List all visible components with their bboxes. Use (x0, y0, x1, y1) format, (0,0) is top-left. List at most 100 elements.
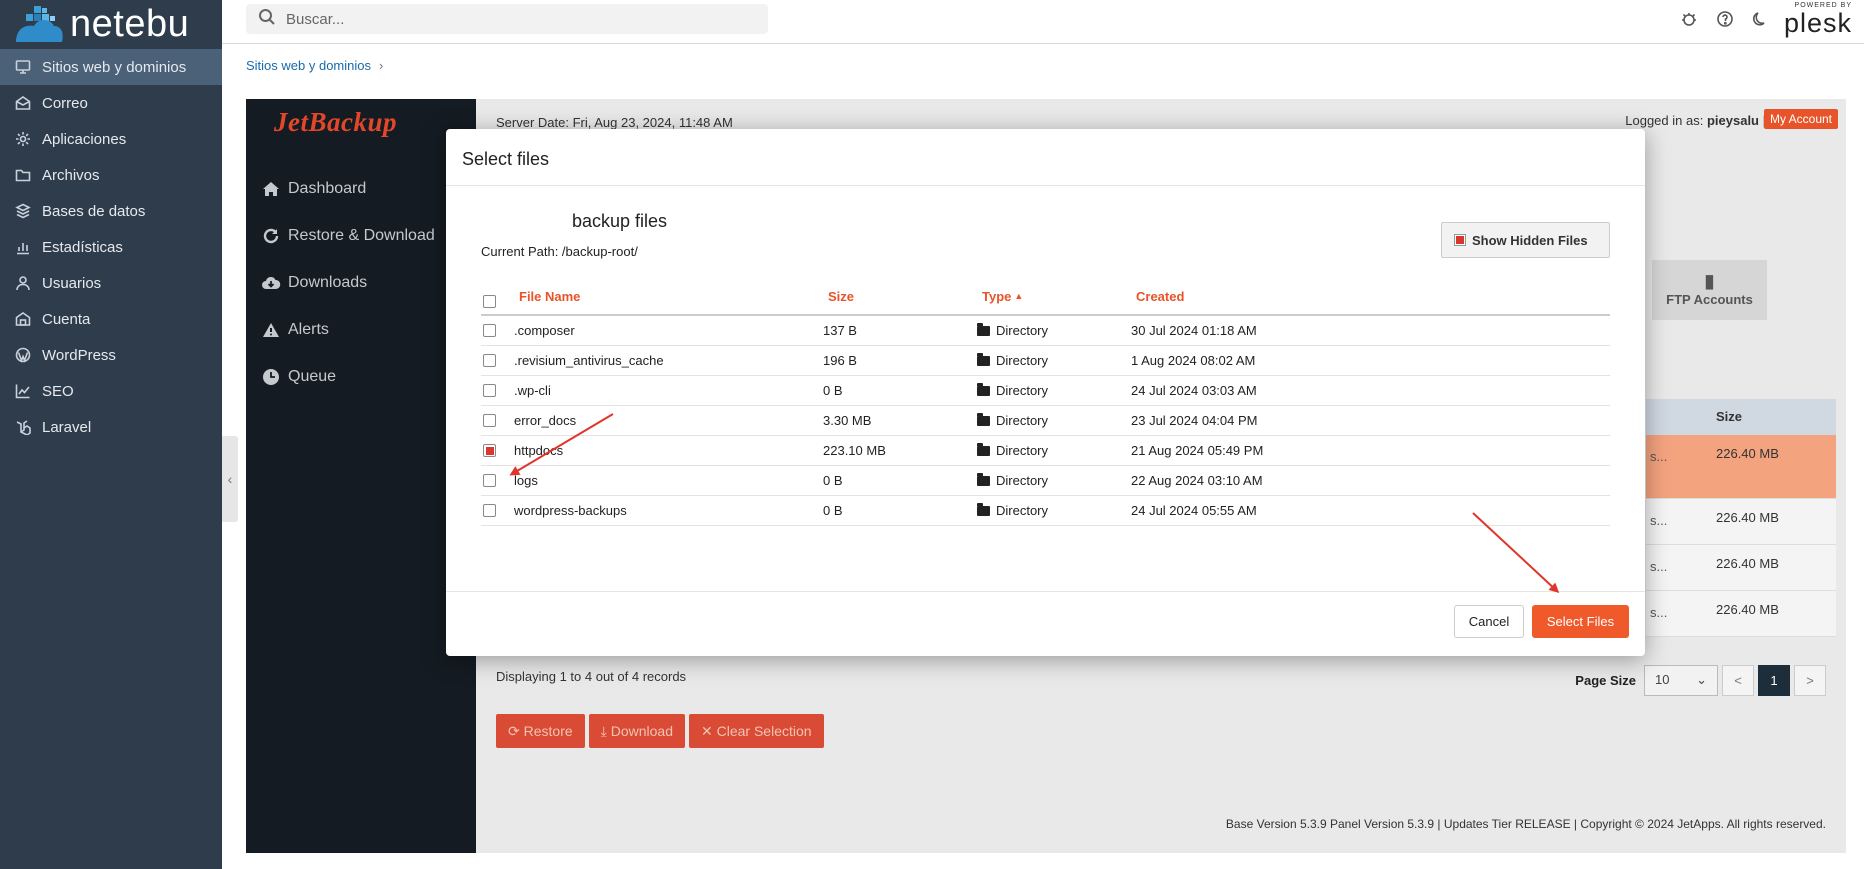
row-checkbox[interactable] (483, 384, 496, 397)
row-checkbox-cell (483, 406, 496, 435)
ftp-accounts-card[interactable]: ▮ FTP Accounts (1652, 260, 1767, 320)
plesk-logo: POWERED BY plesk (1784, 2, 1852, 37)
table-row[interactable]: s... 226.40 MB (1646, 499, 1836, 545)
file-row[interactable]: error_docs 3.30 MB Directory 23 Jul 2024 04… (481, 406, 1610, 436)
sidebar-item-laravel[interactable]: Laravel (0, 409, 222, 445)
modal-title: Select files (462, 149, 550, 169)
bug-icon[interactable] (1680, 10, 1700, 30)
file-row[interactable]: wordpress-backups 0 B Directory 24 Jul 2024… (481, 496, 1610, 526)
row-checkbox[interactable] (483, 354, 496, 367)
file-type-label: Directory (996, 323, 1049, 338)
sidebar-item-bases-de-datos[interactable]: Bases de datos (0, 193, 222, 229)
breadcrumb-link[interactable]: Sitios web y dominios (246, 58, 371, 73)
size-cell: 226.40 MB (1716, 446, 1779, 461)
row-checkbox[interactable] (483, 444, 496, 457)
jb-nav-restore-download[interactable]: Restore & Download (260, 212, 435, 259)
jb-nav-queue[interactable]: Queue (260, 353, 435, 400)
jb-nav-label: Queue (288, 367, 337, 385)
download-button[interactable]: ⤓ Download (588, 714, 685, 748)
file-name[interactable]: .composer (514, 316, 575, 345)
table-header: File Name Size Type ▲ Created (481, 278, 1610, 316)
jb-nav-downloads[interactable]: Downloads (260, 259, 435, 306)
size-cell: 226.40 MB (1716, 602, 1779, 617)
backups-table: Size s... 226.40 MB s... 226.40 MB s... 226… (1646, 399, 1836, 637)
file-row[interactable]: .composer 137 B Directory 30 Jul 2024 01:18… (481, 316, 1610, 346)
type-header-label: Type (982, 288, 1012, 304)
table-row[interactable]: s... 226.40 MB (1646, 591, 1836, 637)
sidebar-item-aplicaciones[interactable]: Aplicaciones (0, 121, 222, 157)
logged-in-label: Logged in as: (1625, 113, 1704, 128)
file-type: Directory (977, 436, 1048, 465)
column-header-size[interactable]: Size (828, 278, 854, 314)
sidebar-item-label: Correo (42, 94, 88, 112)
sidebar-collapse-toggle[interactable]: ‹ (222, 436, 238, 522)
row-checkbox[interactable] (483, 504, 496, 517)
clear-selection-button[interactable]: ✕ Clear Selection (689, 714, 824, 748)
file-row[interactable]: .wp-cli 0 B Directory 24 Jul 2024 03:03 AM (481, 376, 1610, 406)
table-row[interactable]: s... 226.40 MB (1646, 545, 1836, 591)
cancel-button[interactable]: Cancel (1454, 605, 1524, 638)
file-size: 137 B (823, 323, 857, 338)
brand-logo[interactable]: netebu (12, 2, 189, 46)
file-row[interactable]: .revisium_antivirus_cache 196 B Directory 1… (481, 346, 1610, 376)
file-name[interactable]: logs (514, 466, 538, 495)
sidebar-item-cuenta[interactable]: Cuenta (0, 301, 222, 337)
file-type-label: Directory (996, 473, 1049, 488)
select-files-button[interactable]: Select Files (1532, 605, 1629, 638)
jetbackup-logo[interactable]: JetBackup (274, 107, 397, 138)
help-icon[interactable] (1716, 10, 1736, 30)
select-all-checkbox[interactable] (483, 294, 496, 308)
file-icon: ▮ (1704, 271, 1715, 291)
file-name[interactable]: .revisium_antivirus_cache (514, 346, 664, 375)
row-checkbox[interactable] (483, 324, 496, 337)
jb-nav-dashboard[interactable]: Dashboard (260, 165, 435, 212)
current-path: Current Path: /backup-root/ (481, 244, 638, 259)
close-icon: ✕ (701, 722, 717, 739)
file-name[interactable]: wordpress-backups (514, 496, 627, 525)
briefcase-icon (14, 310, 32, 328)
refresh-icon: ⟳ (508, 722, 524, 739)
action-buttons: ⟳ Restore ⤓ Download ✕ Clear Selection (496, 714, 824, 748)
sidebar-item-label: Sitios web y dominios (42, 58, 187, 76)
gear-icon (14, 130, 32, 148)
my-account-button[interactable]: My Account (1763, 109, 1838, 129)
file-name[interactable]: .wp-cli (514, 376, 551, 405)
sidebar-item-sitios[interactable]: Sitios web y dominios (0, 49, 222, 85)
prev-page-button[interactable]: < (1722, 665, 1754, 696)
folder-icon (977, 502, 990, 516)
mail-icon (14, 94, 32, 112)
jb-nav-alerts[interactable]: Alerts (260, 306, 435, 353)
next-page-button[interactable]: > (1794, 665, 1826, 696)
column-header-created[interactable]: Created (1136, 278, 1184, 314)
sidebar-item-wordpress[interactable]: WordPress (0, 337, 222, 373)
row-checkbox-cell (483, 466, 496, 495)
file-type: Directory (977, 316, 1048, 345)
sidebar-item-seo[interactable]: SEO (0, 373, 222, 409)
search-input[interactable] (286, 10, 746, 28)
sidebar-item-archivos[interactable]: Archivos (0, 157, 222, 193)
column-header-file-name[interactable]: File Name (519, 278, 580, 314)
sidebar-item-usuarios[interactable]: Usuarios (0, 265, 222, 301)
file-row[interactable]: httpdocs 223.10 MB Directory 21 Aug 2024 05… (481, 436, 1610, 466)
search-box[interactable] (246, 4, 768, 34)
monitor-icon (14, 58, 32, 76)
column-header-type[interactable]: Type ▲ (982, 278, 1023, 314)
table-row[interactable]: s... 226.40 MB (1646, 435, 1836, 499)
page-button-current[interactable]: 1 (1758, 665, 1790, 696)
divider (446, 185, 1645, 186)
page-size-select[interactable]: 10 ⌄ (1644, 665, 1718, 696)
file-row[interactable]: logs 0 B Directory 22 Aug 2024 03:10 AM (481, 466, 1610, 496)
show-hidden-files-button[interactable]: Show Hidden Files (1441, 222, 1610, 258)
row-checkbox[interactable] (483, 414, 496, 427)
file-name[interactable]: error_docs (514, 406, 576, 435)
file-name[interactable]: httpdocs (514, 436, 563, 465)
restore-button[interactable]: ⟳ Restore (496, 714, 585, 748)
sidebar-item-correo[interactable]: Correo (0, 85, 222, 121)
dark-mode-icon[interactable] (1751, 10, 1771, 30)
page-size-value: 10 (1655, 672, 1670, 687)
sidebar-item-estadisticas[interactable]: Estadísticas (0, 229, 222, 265)
row-checkbox-cell (483, 316, 496, 345)
row-checkbox[interactable] (483, 474, 496, 487)
file-size: 223.10 MB (823, 443, 886, 458)
file-type: Directory (977, 346, 1048, 375)
